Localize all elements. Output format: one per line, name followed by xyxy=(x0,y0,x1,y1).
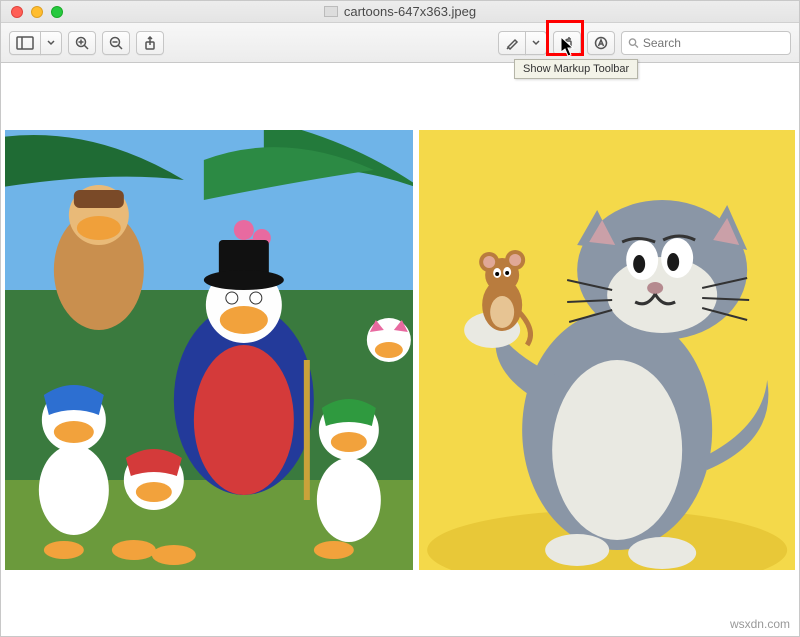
search-icon xyxy=(628,37,639,49)
window-title-text: cartoons-647x363.jpeg xyxy=(344,4,476,19)
search-field[interactable] xyxy=(621,31,791,55)
zoom-in-icon xyxy=(75,36,89,50)
zoom-in-button[interactable] xyxy=(68,31,96,55)
tooltip-text: Show Markup Toolbar xyxy=(523,63,629,75)
file-jpeg-icon xyxy=(324,6,338,17)
image-right-panel xyxy=(419,130,795,570)
zoom-button[interactable] xyxy=(51,6,63,18)
highlight-tool-menu-button[interactable] xyxy=(525,31,547,55)
zoom-out-icon xyxy=(109,36,123,50)
rotate-icon xyxy=(560,36,574,50)
toolbar xyxy=(1,23,799,63)
share-button[interactable] xyxy=(136,31,164,55)
watermark-text: wsxdn.com xyxy=(730,617,790,631)
cartoon-ducks-illustration xyxy=(5,130,413,570)
chevron-down-icon xyxy=(47,40,55,46)
minimize-button[interactable] xyxy=(31,6,43,18)
watermark: wsxdn.com xyxy=(730,617,790,631)
close-button[interactable] xyxy=(11,6,23,18)
markup-icon xyxy=(594,36,608,50)
share-icon xyxy=(143,36,157,50)
chevron-down-icon xyxy=(532,40,540,46)
preview-window: cartoons-647x363.jpeg xyxy=(0,0,800,637)
highlight-tool-button[interactable] xyxy=(498,31,526,55)
tooltip: Show Markup Toolbar xyxy=(514,59,638,79)
sidebar-view-menu-button[interactable] xyxy=(40,31,62,55)
zoom-out-button[interactable] xyxy=(102,31,130,55)
traffic-lights xyxy=(1,6,63,18)
sidebar-icon xyxy=(16,36,34,50)
window-title: cartoons-647x363.jpeg xyxy=(1,4,799,19)
sidebar-view-button[interactable] xyxy=(9,31,41,55)
highlighter-icon xyxy=(505,36,519,50)
cartoon-cat-mouse-illustration xyxy=(419,130,795,570)
image-left-panel xyxy=(5,130,413,570)
rotate-button[interactable] xyxy=(553,31,581,55)
search-input[interactable] xyxy=(643,36,784,50)
image-canvas[interactable] xyxy=(1,130,799,570)
titlebar: cartoons-647x363.jpeg xyxy=(1,1,799,23)
markup-button[interactable] xyxy=(587,31,615,55)
content-area xyxy=(1,63,799,636)
